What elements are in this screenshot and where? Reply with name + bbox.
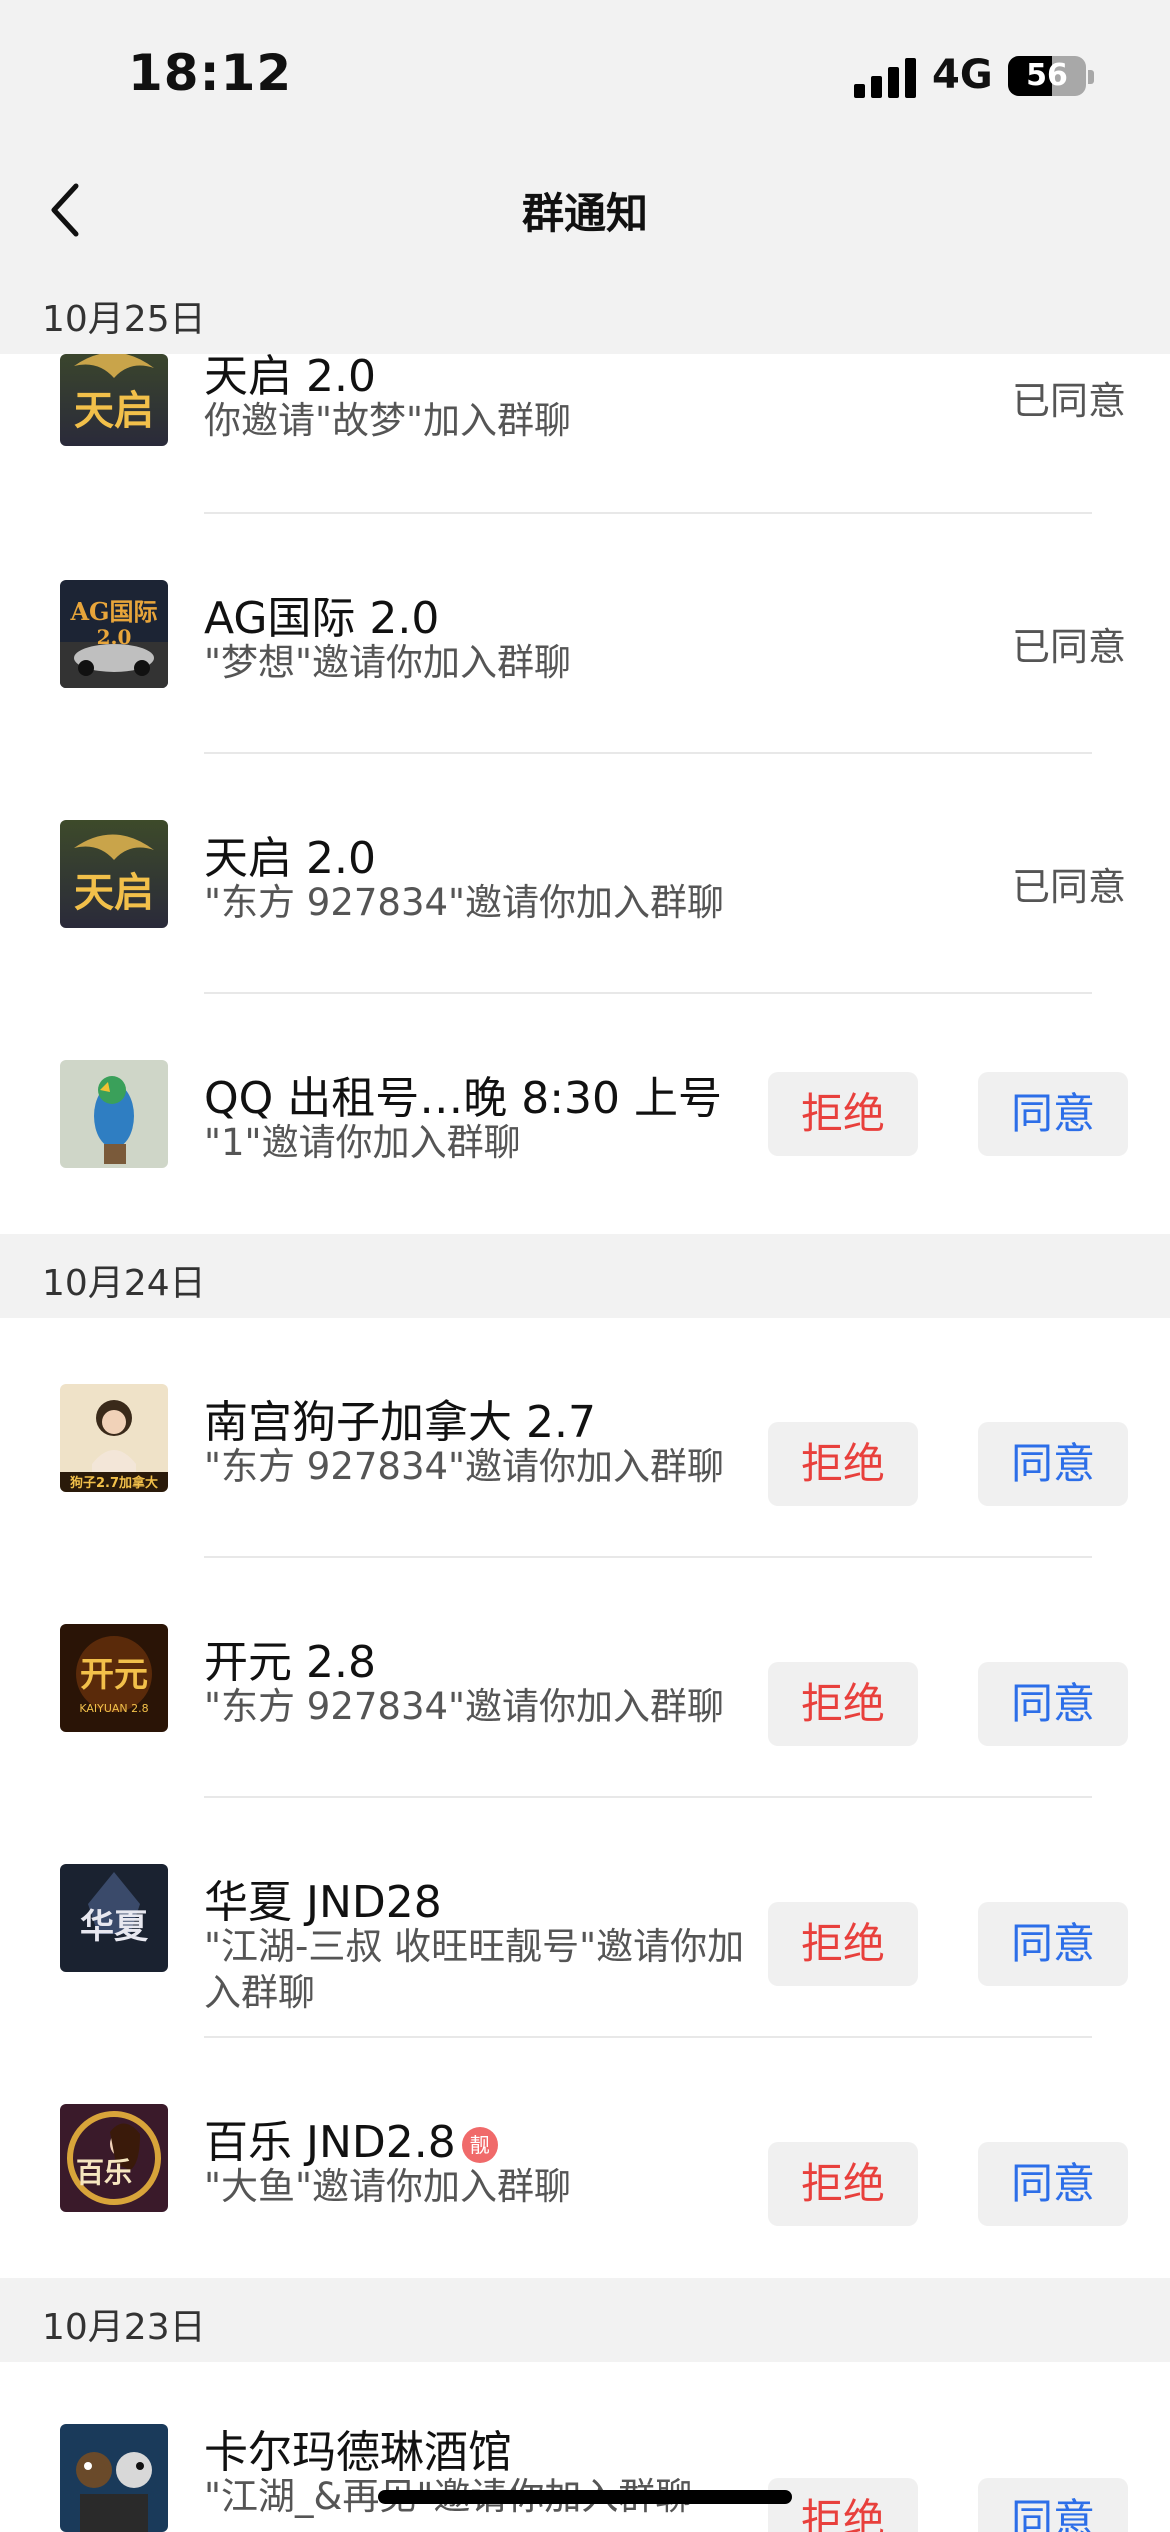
invite-text: "江湖-三叔 收旺旺靓号"邀请你加入群聊 <box>204 1925 745 2014</box>
reject-button[interactable]: 拒绝 <box>768 1902 918 1986</box>
svg-text:狗子2.7加拿大: 狗子2.7加拿大 <box>70 1475 158 1491</box>
invite-text: "大鱼"邀请你加入群聊 <box>204 2165 572 2208</box>
accept-button[interactable]: 同意 <box>978 2142 1128 2226</box>
svg-text:2.0: 2.0 <box>97 625 132 649</box>
status-agreed: 已同意 <box>1011 625 1126 669</box>
svg-text:开元: 开元 <box>80 1655 148 1695</box>
accept-button[interactable]: 同意 <box>978 2478 1128 2532</box>
date-header: 10月25日 <box>0 270 1170 354</box>
list-item[interactable]: 开元 KAIYUAN 2.8 开元 2.8 "东方 927834"邀请你加入群聊… <box>0 1558 1170 1798</box>
reject-button[interactable]: 拒绝 <box>768 1072 918 1156</box>
group-avatar: 狗子2.7加拿大 <box>60 1384 168 1492</box>
invite-text: "梦想"邀请你加入群聊 <box>204 641 572 684</box>
accept-button[interactable]: 同意 <box>978 1662 1128 1746</box>
reject-button[interactable]: 拒绝 <box>768 1662 918 1746</box>
svg-text:KAIYUAN 2.8: KAIYUAN 2.8 <box>79 1702 148 1715</box>
accept-button[interactable]: 同意 <box>978 1902 1128 1986</box>
svg-text:天启: 天启 <box>74 869 154 916</box>
battery-icon: 56 <box>1008 56 1086 96</box>
date-header: 10月24日 <box>0 1234 1170 1318</box>
group-avatar: AG国际 2.0 <box>60 580 168 688</box>
navigation-bar: 群通知 <box>0 150 1170 270</box>
group-avatar: 华夏 <box>60 1864 168 1972</box>
invite-text: "东方 927834"邀请你加入群聊 <box>204 1685 725 1728</box>
network-type: 4G <box>932 52 993 98</box>
list-item[interactable]: AG国际 2.0 AG国际 2.0 "梦想"邀请你加入群聊 已同意 <box>0 514 1170 754</box>
group-name: 天启 2.0 <box>204 833 376 884</box>
date-label: 10月24日 <box>42 1263 206 1304</box>
status-agreed: 已同意 <box>1011 379 1126 423</box>
list-item[interactable]: 百乐 百乐 JND2.8 靓 "大鱼"邀请你加入群聊 拒绝 同意 <box>0 2038 1170 2278</box>
date-label: 10月23日 <box>42 2307 206 2348</box>
invite-text: "东方 927834"邀请你加入群聊 <box>204 881 725 924</box>
svg-text:AG国际: AG国际 <box>69 597 157 626</box>
list-item[interactable]: 天启 天启 2.0 "东方 927834"邀请你加入群聊 已同意 <box>0 754 1170 994</box>
date-header: 10月23日 <box>0 2278 1170 2362</box>
reject-button[interactable]: 拒绝 <box>768 1422 918 1506</box>
list-item[interactable]: 卡尔玛德琳酒馆 "江湖_&再见"邀请你加入群聊 拒绝 同意 <box>0 2362 1170 2532</box>
invite-text: "东方 927834"邀请你加入群聊 <box>204 1445 725 1488</box>
group-name: 天启 2.0 <box>204 354 376 402</box>
list-item[interactable]: QQ 出租号…晚 8:30 上号 "1"邀请你加入群聊 拒绝 同意 <box>0 994 1170 1234</box>
reject-button[interactable]: 拒绝 <box>768 2142 918 2226</box>
group-avatar <box>60 2424 168 2532</box>
group-name: AG国际 2.0 <box>204 593 440 644</box>
invite-text: 你邀请"故梦"加入群聊 <box>204 399 572 442</box>
clock: 18:12 <box>128 44 293 102</box>
accept-button[interactable]: 同意 <box>978 1422 1128 1506</box>
date-label: 10月25日 <box>42 299 206 340</box>
group-name: 华夏 JND28 <box>204 1877 442 1928</box>
svg-text:天启: 天启 <box>74 387 154 434</box>
group-avatar: 天启 <box>60 820 168 928</box>
home-indicator[interactable] <box>378 2490 792 2504</box>
svg-text:华夏: 华夏 <box>80 1907 149 1947</box>
list-item[interactable]: 华夏 华夏 JND28 "江湖-三叔 收旺旺靓号"邀请你加入群聊 拒绝 同意 <box>0 1798 1170 2038</box>
group-name-text: 百乐 JND2.8 <box>204 2117 456 2168</box>
accept-button[interactable]: 同意 <box>978 1072 1128 1156</box>
battery-tip <box>1088 70 1094 84</box>
page-title: 群通知 <box>521 189 648 238</box>
group-name: 卡尔玛德琳酒馆 <box>204 2427 512 2478</box>
group-name: 百乐 JND2.8 靓 <box>204 2106 498 2170</box>
premium-badge: 靓 <box>461 2127 498 2163</box>
list-item[interactable]: 狗子2.7加拿大 南宫狗子加拿大 2.7 "东方 927834"邀请你加入群聊 … <box>0 1318 1170 1558</box>
group-name: QQ 出租号…晚 8:30 上号 <box>204 1073 723 1124</box>
reject-button[interactable]: 拒绝 <box>768 2478 918 2532</box>
group-avatar <box>60 1060 168 1168</box>
group-name: 南宫狗子加拿大 2.7 <box>204 1397 596 1448</box>
status-agreed: 已同意 <box>1011 865 1126 909</box>
invite-text: "1"邀请你加入群聊 <box>204 1121 521 1164</box>
group-avatar: 百乐 <box>60 2104 168 2212</box>
list-item[interactable]: 天启 天启 2.0 你邀请"故梦"加入群聊 已同意 <box>0 354 1170 514</box>
svg-text:百乐: 百乐 <box>76 2156 132 2189</box>
group-avatar: 开元 KAIYUAN 2.8 <box>60 1624 168 1732</box>
cellular-signal-icon <box>854 58 916 98</box>
status-bar: 18:12 4G 56 <box>0 0 1170 150</box>
group-name: 开元 2.8 <box>204 1637 376 1688</box>
battery-level: 56 <box>1026 58 1068 93</box>
group-avatar: 天启 <box>60 354 168 446</box>
